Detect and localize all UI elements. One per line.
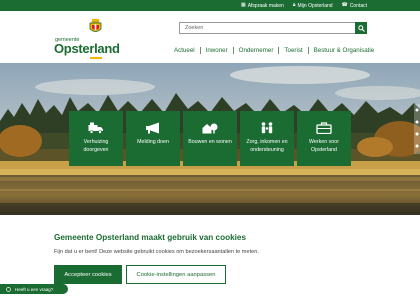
- megaphone-icon: [146, 122, 159, 134]
- nav-item-ondernemer[interactable]: Ondernemer: [239, 47, 274, 54]
- moving-truck-icon: [88, 122, 103, 134]
- contact-link[interactable]: ☎ Contact: [342, 3, 367, 9]
- share-icons[interactable]: [414, 104, 420, 154]
- my-opsterland-link[interactable]: 🔒︎ Mijn Opsterland: [293, 3, 333, 9]
- nav-item-inwoner[interactable]: Inwoner: [206, 47, 228, 54]
- question-label: Heeft u een vraag?: [15, 286, 54, 292]
- tile-melding-label: Melding doen: [137, 139, 169, 145]
- chat-icon: [6, 286, 11, 292]
- side-share-bar: [414, 104, 420, 154]
- tile-verhuizing[interactable]: Verhuizing doorgeven: [69, 111, 123, 166]
- phone-icon: ☎: [341, 2, 348, 8]
- calendar-icon: ▦: [240, 2, 246, 8]
- briefcase-icon: [316, 122, 332, 134]
- contact-link-label: Contact: [349, 2, 367, 9]
- tile-bouwen[interactable]: Bouwen en wonen: [183, 111, 237, 166]
- lock-icon: 🔒︎: [292, 2, 296, 8]
- accept-cookies-button[interactable]: Accepteer cookies: [54, 265, 122, 284]
- search-input[interactable]: Zoeken: [179, 22, 367, 34]
- site-logo[interactable]: gemeente Opsterland: [54, 19, 120, 61]
- nav-item-actueel[interactable]: Actueel: [174, 47, 195, 54]
- tile-verhuizing-label: Verhuizing doorgeven: [83, 139, 109, 153]
- family-icon: [261, 122, 273, 134]
- search-placeholder: Zoeken: [185, 25, 204, 31]
- search-icon: [357, 24, 365, 32]
- nav-divider: [278, 47, 280, 54]
- question-button[interactable]: Heeft u een vraag?: [0, 284, 68, 294]
- nav-divider: [199, 47, 201, 54]
- tile-melding[interactable]: Melding doen: [126, 111, 180, 166]
- top-bar: ▦ Afspraak maken 🔒︎ Mijn Opsterland ☎ Co…: [0, 0, 420, 11]
- houses-icon: [202, 123, 218, 134]
- main-navigation: Actueel Inwoner Ondernemer Toerist Bestu…: [174, 47, 374, 54]
- top-links: ▦ Afspraak maken 🔒︎ Mijn Opsterland ☎ Co…: [241, 0, 367, 11]
- tile-zorg[interactable]: Zorg, inkomen en ondersteuning: [240, 111, 294, 166]
- tile-zorg-label: Zorg, inkomen en ondersteuning: [246, 139, 288, 153]
- appointment-link[interactable]: ▦ Afspraak maken: [241, 3, 284, 9]
- logo-underline: [90, 57, 102, 59]
- nav-divider: [307, 47, 309, 54]
- nav-divider: [232, 47, 234, 54]
- search-button[interactable]: [355, 22, 367, 34]
- nav-item-toerist[interactable]: Toerist: [284, 47, 302, 54]
- cookie-text: Fijn dat u er bent! Deze website gebruik…: [54, 249, 259, 255]
- tile-bouwen-label: Bouwen en wonen: [188, 139, 232, 145]
- appointment-link-label: Afspraak maken: [247, 2, 284, 9]
- crest-icon: [89, 19, 102, 32]
- cookie-settings-button[interactable]: Cookie-instellingen aanpassen: [126, 265, 226, 284]
- nav-item-bestuur[interactable]: Bestuur & Organisatie: [314, 47, 375, 54]
- tile-werken-label: Werken voor Opsterland: [309, 139, 339, 153]
- tile-werken[interactable]: Werken voor Opsterland: [297, 111, 351, 166]
- cookie-title: Gemeente Opsterland maakt gebruik van co…: [54, 233, 247, 242]
- my-opsterland-link-label: Mijn Opsterland: [297, 2, 333, 9]
- logo-name: Opsterland: [54, 41, 120, 56]
- site-header: gemeente Opsterland Zoeken Actueel Inwon…: [0, 11, 420, 63]
- quick-links: Verhuizing doorgeven Melding doen Bouwen…: [69, 111, 353, 166]
